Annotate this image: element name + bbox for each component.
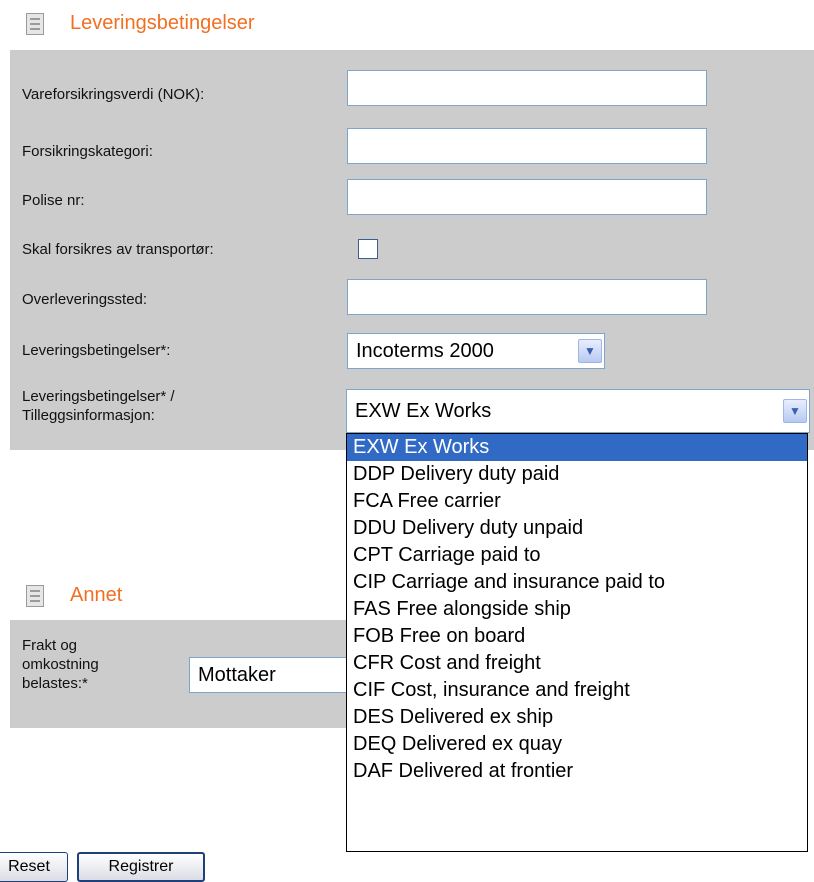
- dropdown-option[interactable]: EXW Ex Works: [347, 434, 807, 461]
- reset-button[interactable]: Reset: [0, 852, 68, 882]
- freight-label-line3: belastes:*: [22, 675, 88, 692]
- chevron-down-icon[interactable]: ▼: [578, 339, 602, 363]
- delivery-info-dropdown-list[interactable]: EXW Ex Works DDP Delivery duty paid FCA …: [346, 433, 808, 852]
- dropdown-option[interactable]: DDU Delivery duty unpaid: [347, 515, 807, 542]
- document-icon: [26, 12, 44, 35]
- dropdown-option[interactable]: DDP Delivery duty paid: [347, 461, 807, 488]
- insured-by-carrier-label: Skal forsikres av transportør:: [22, 241, 214, 258]
- dropdown-option[interactable]: CIF Cost, insurance and freight: [347, 677, 807, 704]
- delivery-section-label: Leveringsbetingelser: [70, 12, 255, 34]
- freight-select[interactable]: Mottaker: [189, 657, 369, 693]
- other-section-title: Annet: [26, 584, 122, 607]
- delivery-info-select[interactable]: EXW Ex Works ▼: [346, 389, 810, 433]
- insurance-value-input[interactable]: [347, 70, 707, 106]
- chevron-down-icon[interactable]: ▼: [783, 399, 807, 423]
- policy-no-input[interactable]: [347, 179, 707, 215]
- insurance-value-label: Vareforsikringsverdi (NOK):: [22, 86, 205, 103]
- other-section-label: Annet: [70, 584, 123, 606]
- handover-place-label: Overleveringssted:: [22, 291, 148, 308]
- handover-place-input[interactable]: [347, 279, 707, 315]
- policy-no-label: Polise nr:: [22, 192, 85, 209]
- other-panel: Frakt og omkostning belastes:* Mottaker: [10, 620, 369, 728]
- dropdown-option[interactable]: DAF Delivered at frontier: [347, 758, 807, 785]
- insurance-category-label: Forsikringskategori:: [22, 143, 153, 160]
- freight-label: Frakt og omkostning belastes:*: [22, 636, 99, 693]
- freight-label-line1: Frakt og: [22, 637, 78, 654]
- delivery-terms-select[interactable]: Incoterms 2000 ▼: [347, 333, 605, 369]
- dropdown-option[interactable]: CPT Carriage paid to: [347, 542, 807, 569]
- dropdown-option[interactable]: FOB Free on board: [347, 623, 807, 650]
- freight-value: Mottaker: [198, 663, 276, 686]
- insurance-category-input[interactable]: [347, 128, 707, 164]
- dropdown-option[interactable]: CFR Cost and freight: [347, 650, 807, 677]
- document-icon: [26, 584, 44, 607]
- dropdown-option[interactable]: FAS Free alongside ship: [347, 596, 807, 623]
- freight-label-line2: omkostning: [22, 656, 99, 673]
- delivery-info-label-line1: Leveringsbetingelser* /: [22, 388, 175, 405]
- delivery-info-label: Leveringsbetingelser* / Tilleggsinformas…: [22, 387, 175, 425]
- dropdown-option[interactable]: FCA Free carrier: [347, 488, 807, 515]
- delivery-info-label-line2: Tilleggsinformasjon:: [22, 407, 155, 424]
- delivery-terms-value: Incoterms 2000: [356, 339, 494, 362]
- insured-by-carrier-checkbox[interactable]: [358, 239, 378, 259]
- submit-button[interactable]: Registrer: [77, 852, 205, 882]
- dropdown-option[interactable]: DES Delivered ex ship: [347, 704, 807, 731]
- dropdown-option[interactable]: CIP Carriage and insurance paid to: [347, 569, 807, 596]
- delivery-terms-label: Leveringsbetingelser*:: [22, 342, 171, 359]
- delivery-section-title: Leveringsbetingelser: [26, 12, 255, 35]
- dropdown-option[interactable]: DEQ Delivered ex quay: [347, 731, 807, 758]
- delivery-info-value: EXW Ex Works: [355, 399, 492, 422]
- delivery-panel: Vareforsikringsverdi (NOK): Forsikringsk…: [10, 50, 814, 450]
